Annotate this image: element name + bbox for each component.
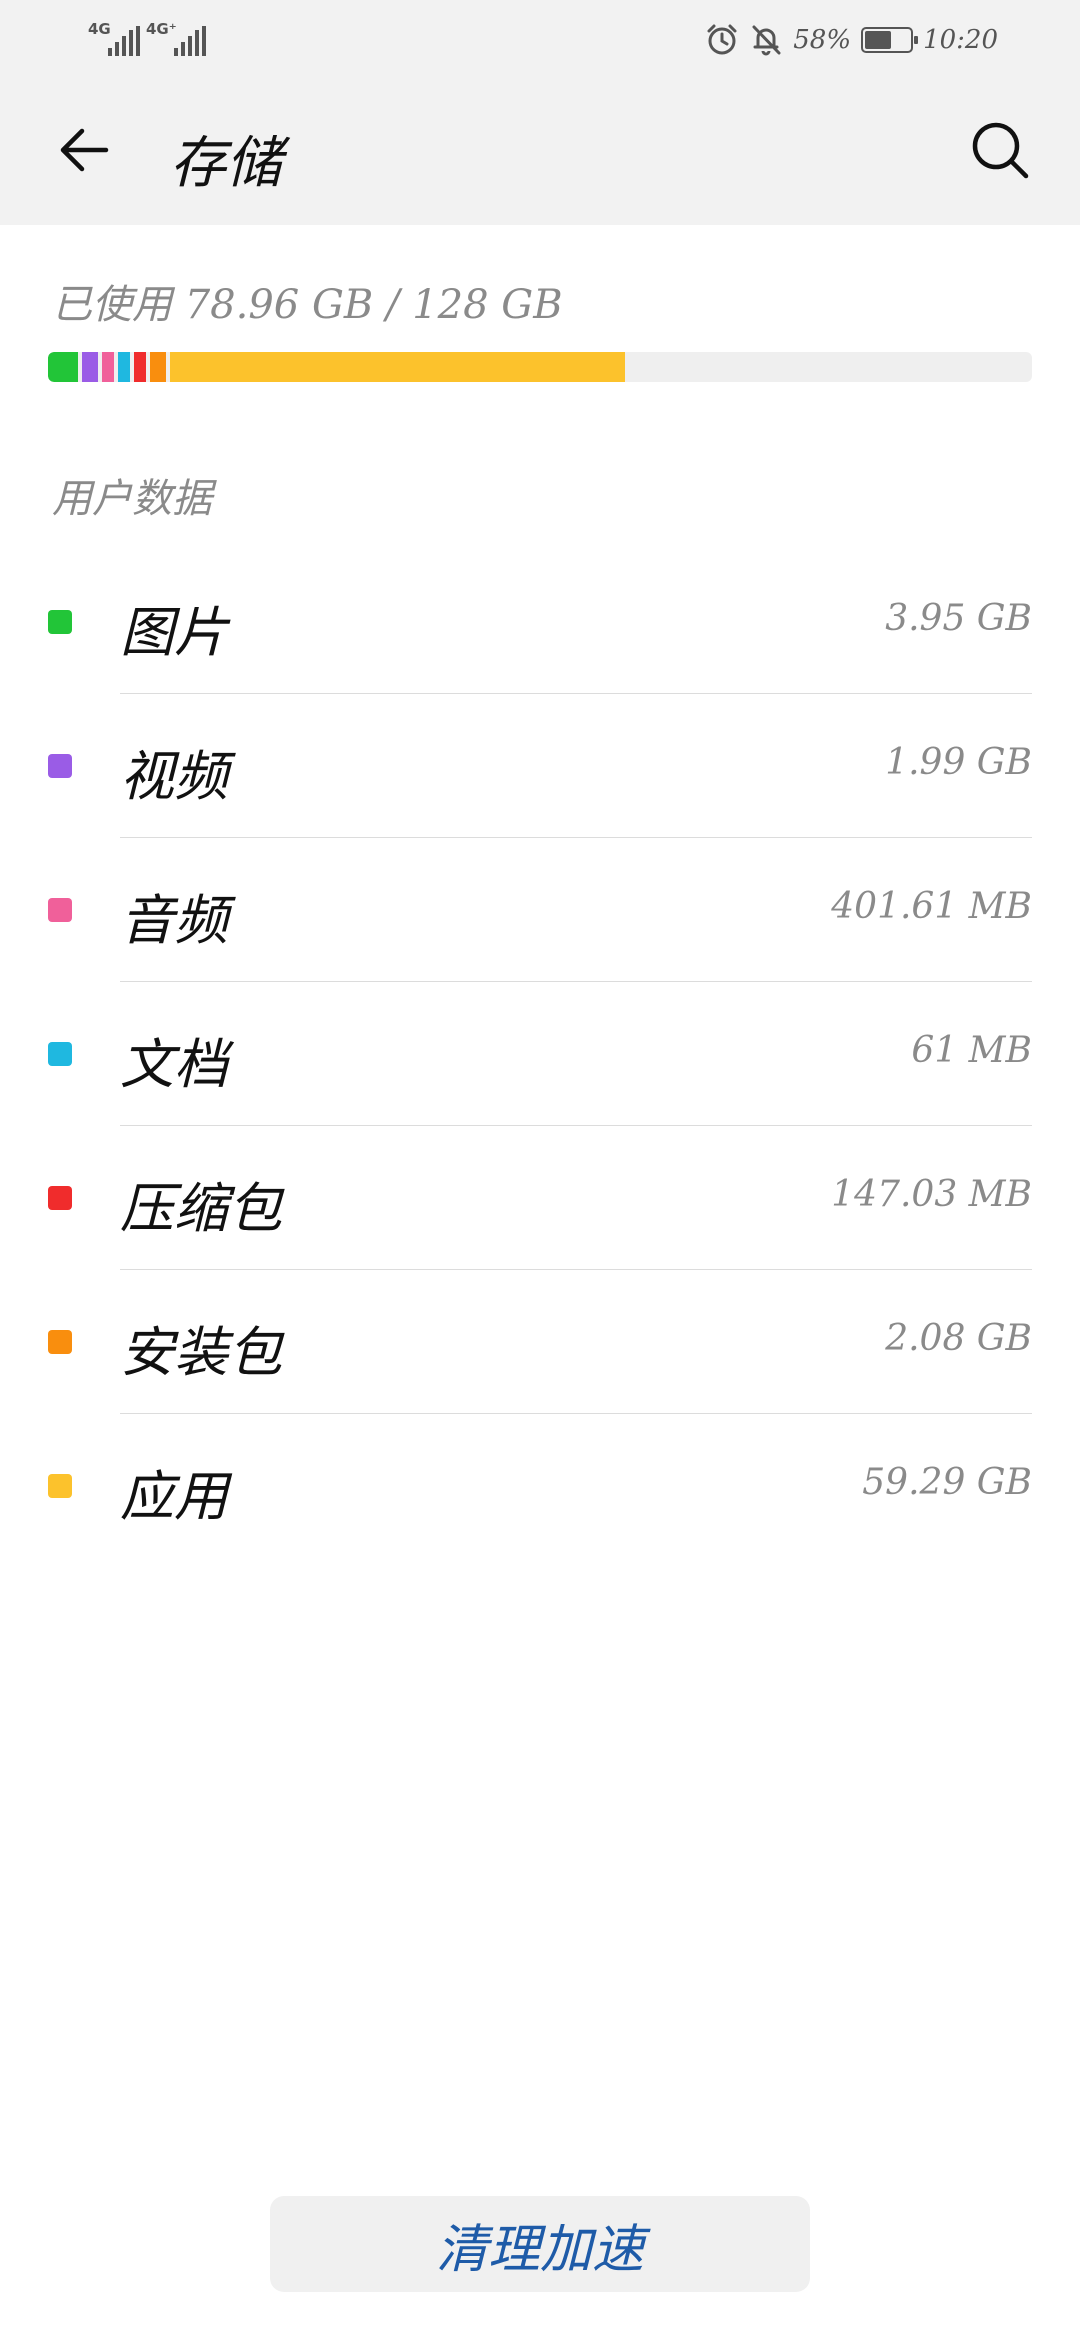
category-color-dot xyxy=(48,1042,72,1066)
usage-segment xyxy=(117,352,130,382)
category-size: 61 MB xyxy=(911,1030,1032,1071)
sim2-network-label: 4G⁺ xyxy=(146,20,177,38)
category-size: 3.95 GB xyxy=(885,598,1032,639)
category-row[interactable]: 图片 3.95 GB xyxy=(0,550,1080,694)
category-size: 401.61 MB xyxy=(831,886,1032,927)
status-bar: 4G 4G⁺ 58% 10:20 xyxy=(0,0,1080,80)
category-color-dot xyxy=(48,754,72,778)
category-color-dot xyxy=(48,1330,72,1354)
category-label: 应用 xyxy=(120,1465,228,1528)
category-size: 2.08 GB xyxy=(885,1318,1032,1359)
section-header-user-data: 用户数据 xyxy=(52,476,212,522)
battery-icon xyxy=(861,27,919,53)
signal-bars-icon xyxy=(108,26,140,56)
alarm-clock-icon xyxy=(707,24,737,55)
status-time: 10:20 xyxy=(923,25,998,55)
category-label: 视频 xyxy=(120,745,228,808)
usage-segment xyxy=(169,352,626,382)
category-row[interactable]: 安装包 2.08 GB xyxy=(0,1270,1080,1414)
battery-percent: 58% xyxy=(793,25,852,55)
category-label: 文档 xyxy=(120,1033,228,1096)
page-title: 存储 xyxy=(170,131,282,196)
category-label: 图片 xyxy=(120,601,228,664)
arrow-left-icon xyxy=(60,128,109,172)
usage-segment xyxy=(149,352,166,382)
bell-off-icon xyxy=(752,25,781,56)
usage-segment xyxy=(101,352,114,382)
category-color-dot xyxy=(48,610,72,634)
category-color-dot xyxy=(48,1474,72,1498)
clean-accelerate-label: 清理加速 xyxy=(435,2219,644,2280)
clean-accelerate-button[interactable]: 清理加速 xyxy=(270,2196,810,2292)
category-row[interactable]: 文档 61 MB xyxy=(0,982,1080,1126)
back-button[interactable] xyxy=(44,110,124,190)
category-color-dot xyxy=(48,898,72,922)
category-size: 1.99 GB xyxy=(885,742,1032,783)
signal-bars-icon xyxy=(174,26,206,56)
category-row[interactable]: 压缩包 147.03 MB xyxy=(0,1126,1080,1270)
search-icon xyxy=(972,122,1029,179)
category-size: 59.29 GB xyxy=(862,1462,1032,1503)
usage-segment xyxy=(48,352,79,382)
category-label: 压缩包 xyxy=(120,1177,282,1240)
category-row[interactable]: 应用 59.29 GB xyxy=(0,1414,1080,1558)
category-list: 图片 3.95 GB 视频 1.99 GB 音频 401.61 MB 文档 61 MB 压缩包 1… xyxy=(0,550,1080,1558)
search-button[interactable] xyxy=(960,110,1040,190)
usage-segment xyxy=(133,352,146,382)
category-label: 安装包 xyxy=(120,1321,282,1384)
category-label: 音频 xyxy=(120,889,228,952)
category-size: 147.03 MB xyxy=(831,1174,1032,1215)
app-bar: 存储 xyxy=(0,80,1080,225)
category-row[interactable]: 音频 401.61 MB xyxy=(0,838,1080,982)
storage-usage-bar xyxy=(48,352,1032,382)
status-right: 58% 10:20 xyxy=(705,20,998,60)
category-color-dot xyxy=(48,1186,72,1210)
battery-level-fill xyxy=(865,31,891,49)
category-row[interactable]: 视频 1.99 GB xyxy=(0,694,1080,838)
usage-summary: 已使用 78.96 GB / 128 GB xyxy=(52,282,563,328)
storage-screen: 4G 4G⁺ 58% 10:20 存储 已使用 78.96 GB / 128 G… xyxy=(0,0,1080,2340)
usage-segment xyxy=(82,352,98,382)
